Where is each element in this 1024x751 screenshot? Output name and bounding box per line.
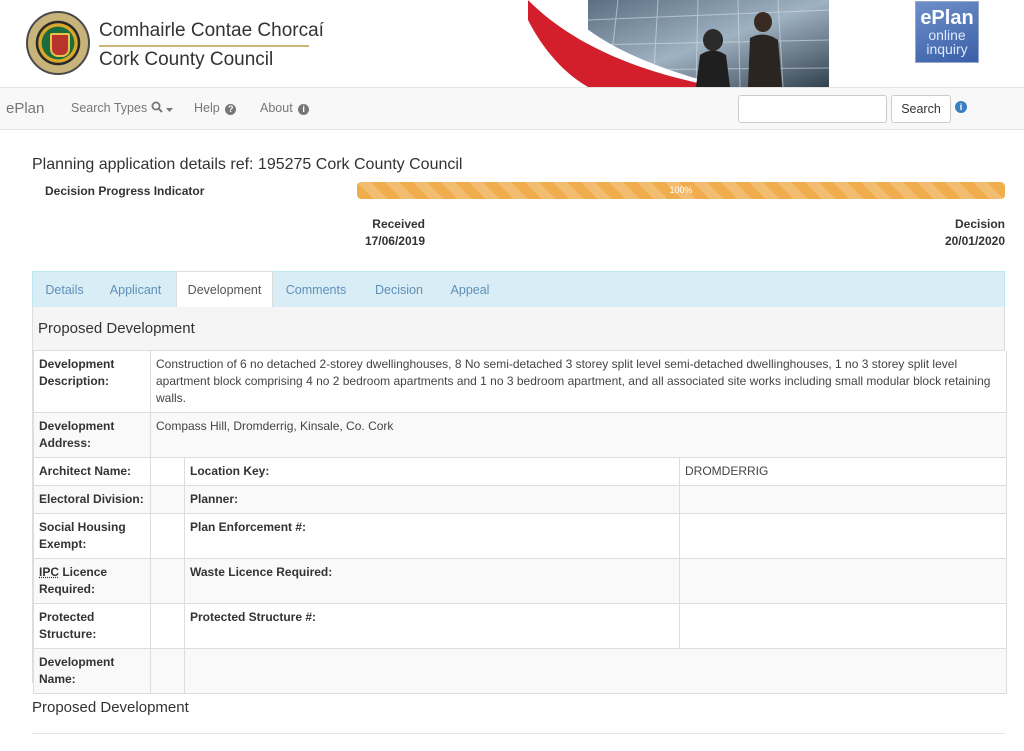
decision-label: Decision: [954, 217, 1005, 231]
caret-down-icon: [166, 102, 174, 116]
plan-enforcement-value: [679, 513, 1007, 559]
table-row: Development Address: Compass Hill, Dromd…: [33, 412, 1007, 458]
architect-label: Architect Name:: [33, 457, 151, 486]
table-row: Social Housing Exempt: Plan Enforcement …: [33, 513, 1007, 559]
waste-licence-label: Waste Licence Required:: [184, 558, 680, 604]
waste-licence-value: [679, 558, 1007, 604]
info-icon: i: [298, 104, 310, 115]
tab-appeal[interactable]: Appeal: [442, 272, 498, 308]
council-name-english: Cork County Council: [99, 49, 274, 70]
protected-structure-label: Protected Structure:: [33, 603, 151, 649]
ipc-licence-label: IPC Licence Required:: [33, 558, 151, 604]
panel-heading: Proposed Development: [33, 307, 1004, 351]
plan-enforcement-label: Plan Enforcement #:: [184, 513, 680, 559]
protected-structure-num-value: [679, 603, 1007, 649]
dev-address-label: Development Address:: [33, 412, 151, 458]
navbar-brand[interactable]: ePlan: [6, 100, 44, 117]
dev-desc-value: Construction of 6 no detached 2-storey d…: [150, 351, 1007, 413]
banner-photo: [528, 0, 829, 87]
ipc-licence-value: [150, 558, 185, 604]
electoral-division-value: [150, 485, 185, 514]
tab-comments[interactable]: Comments: [281, 272, 351, 308]
tab-decision[interactable]: Decision: [367, 272, 431, 308]
nav-help[interactable]: Help ?: [194, 101, 237, 115]
question-icon: ?: [225, 104, 237, 115]
milestone-received: Received 17/06/2019: [340, 216, 425, 250]
tab-applicant[interactable]: Applicant: [102, 272, 169, 308]
council-crest-logo: [26, 11, 90, 75]
ipc-abbr: IPC: [39, 565, 60, 579]
planner-label: Planner:: [184, 485, 680, 514]
milestone-decision: Decision 20/01/2020: [920, 216, 1005, 250]
protected-structure-value: [150, 603, 185, 649]
decision-date: 20/01/2020: [944, 234, 1005, 248]
received-date: 17/06/2019: [364, 234, 425, 248]
detail-tabs: Details Applicant Development Comments D…: [32, 271, 1005, 308]
dev-desc-label: Development Description:: [33, 351, 151, 413]
table-row: Electoral Division: Planner:: [33, 485, 1007, 514]
council-name: Comhairle Contae Chorcaí Cork County Cou…: [99, 20, 324, 71]
search-icon: [151, 101, 163, 116]
eplan-online-inquiry-logo[interactable]: ePlan online inquiry: [915, 1, 979, 63]
protected-structure-num-label: Protected Structure #:: [184, 603, 680, 649]
divider: [32, 733, 1005, 734]
table-row: Development Description: Construction of…: [33, 351, 1007, 413]
architect-value: [150, 457, 185, 486]
development-name-value: [184, 648, 1007, 694]
council-name-irish: Comhairle Contae Chorcaí: [99, 20, 324, 47]
nav-search-types[interactable]: Search Types: [71, 101, 174, 116]
search-input[interactable]: [738, 95, 887, 123]
social-housing-value: [150, 513, 185, 559]
electoral-division-label: Electoral Division:: [33, 485, 151, 514]
social-housing-label: Social Housing Exempt:: [33, 513, 151, 559]
progress-label: Decision Progress Indicator: [45, 184, 205, 198]
table-row: Protected Structure: Protected Structure…: [33, 603, 1007, 649]
banner: Comhairle Contae Chorcaí Cork County Cou…: [0, 0, 1024, 87]
decision-progress-bar: 100%: [357, 182, 1005, 199]
table-row: Development Name:: [33, 648, 1007, 694]
received-label: Received: [372, 217, 425, 231]
search-info-icon[interactable]: i: [955, 101, 967, 113]
table-row: IPC Licence Required: Waste Licence Requ…: [33, 558, 1007, 604]
location-key-value: DROMDERRIG: [679, 457, 1007, 486]
section-heading: Proposed Development: [32, 699, 189, 716]
development-panel: Proposed Development Development Descrip…: [32, 307, 1007, 694]
planner-value: [679, 485, 1007, 514]
location-key-label: Location Key:: [184, 457, 680, 486]
dev-address-value: Compass Hill, Dromderrig, Kinsale, Co. C…: [150, 412, 1007, 458]
tab-details[interactable]: Details: [33, 272, 96, 308]
development-name-label: Development Name:: [33, 648, 151, 694]
tab-development[interactable]: Development: [176, 271, 273, 308]
top-navbar: ePlan Search Types Help ? About i Search…: [0, 87, 1024, 130]
progress-bar-fill: 100%: [357, 182, 1005, 199]
search-button[interactable]: Search: [891, 95, 951, 123]
development-details-table: Development Description: Construction of…: [33, 351, 1007, 694]
nav-about[interactable]: About i: [260, 101, 310, 115]
page-title: Planning application details ref: 195275…: [32, 156, 463, 173]
development-name-spacer: [150, 648, 185, 694]
table-row: Architect Name: Location Key: DROMDERRIG: [33, 457, 1007, 486]
